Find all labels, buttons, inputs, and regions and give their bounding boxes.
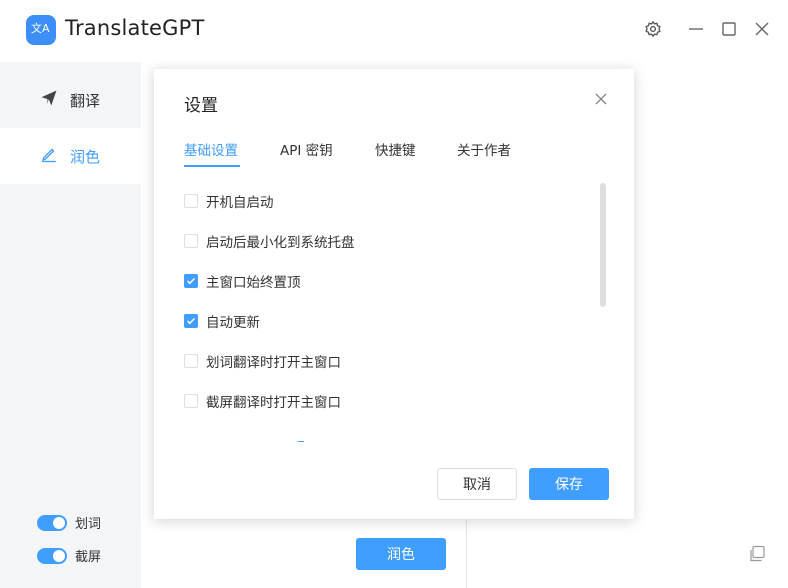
tab-shortcuts[interactable]: 快捷键 — [375, 139, 416, 159]
tab-basic-settings[interactable]: 基础设置 — [184, 139, 238, 159]
close-icon[interactable] — [752, 19, 772, 39]
maximize-icon[interactable] — [719, 19, 739, 39]
option-label: 开机自启动 — [206, 195, 274, 211]
checkbox[interactable] — [184, 314, 198, 328]
tab-active-indicator — [184, 165, 240, 167]
option-label: 截屏翻译时打开主窗口 — [206, 395, 341, 411]
tab-api-key[interactable]: API 密钥 — [280, 139, 333, 159]
save-button[interactable]: 保存 — [529, 468, 609, 500]
dialog-close-icon[interactable] — [594, 91, 610, 107]
minimize-icon[interactable] — [686, 19, 706, 39]
tab-about-author[interactable]: 关于作者 — [457, 139, 511, 159]
title-bar: 文A TranslateGPT — [0, 0, 788, 62]
option-label: 划词翻译时打开主窗口 — [206, 355, 341, 371]
option-screenshot-open-main[interactable]: 截屏翻译时打开主窗口 — [184, 391, 341, 411]
option-always-on-top[interactable]: 主窗口始终置顶 — [184, 271, 301, 291]
cancel-button[interactable]: 取消 — [437, 468, 517, 500]
option-label: 主窗口始终置顶 — [206, 275, 301, 291]
app-logo-icon: 文A — [26, 15, 56, 45]
checkbox[interactable] — [184, 194, 198, 208]
option-label: 启动后最小化到系统托盘 — [206, 235, 355, 251]
checkbox[interactable] — [184, 354, 198, 368]
settings-dialog: 设置 基础设置 API 密钥 快捷键 关于作者 开机自启动 启动后最小化到系统托… — [154, 69, 634, 519]
checkbox[interactable] — [184, 394, 198, 408]
dialog-title: 设置 — [184, 96, 218, 116]
checkbox[interactable] — [184, 234, 198, 248]
svg-text:文A: 文A — [31, 21, 50, 35]
option-selection-open-main[interactable]: 划词翻译时打开主窗口 — [184, 351, 341, 371]
option-label: 自动更新 — [206, 315, 260, 331]
option-minimize-to-tray[interactable]: 启动后最小化到系统托盘 — [184, 231, 355, 251]
partial-content-mark — [298, 441, 304, 442]
check-icon — [186, 317, 196, 325]
app-title: TranslateGPT — [65, 16, 205, 40]
option-auto-start[interactable]: 开机自启动 — [184, 191, 274, 211]
check-icon — [186, 277, 196, 285]
checkbox[interactable] — [184, 274, 198, 288]
settings-icon[interactable] — [643, 19, 663, 39]
options-scrollbar[interactable] — [600, 183, 606, 307]
option-auto-update[interactable]: 自动更新 — [184, 311, 260, 331]
